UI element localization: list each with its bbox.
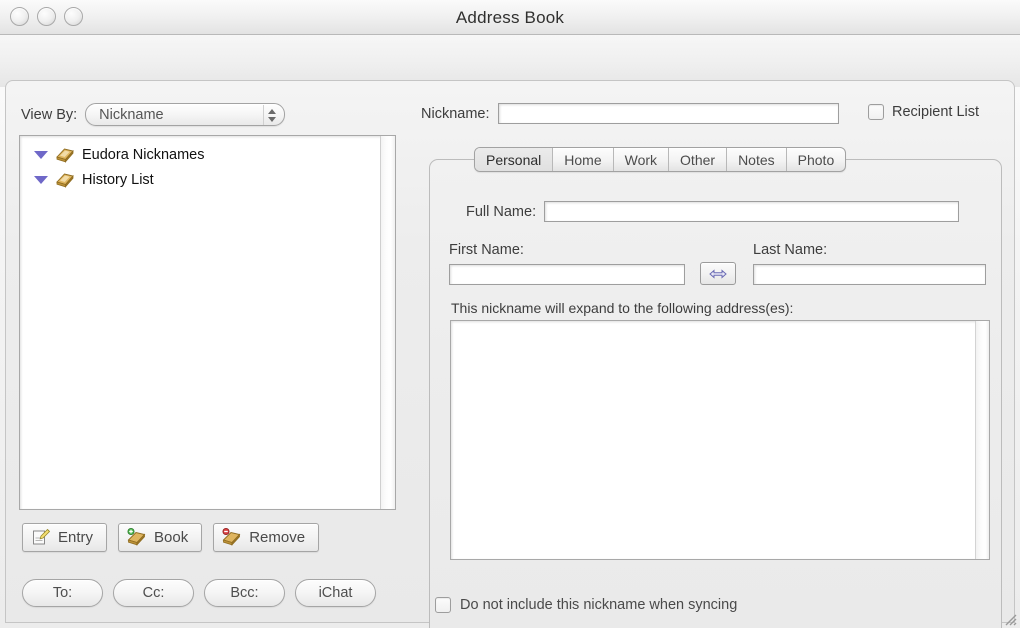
personal-tab-panel: Full Name: First Name: Last Name: This n… [429,159,1002,628]
tree-list-scrollbar[interactable] [380,136,395,509]
tab-other[interactable]: Other [669,148,728,171]
disclosure-triangle-icon[interactable] [34,150,48,159]
last-name-input[interactable] [753,264,986,285]
last-name-label: Last Name: [753,242,828,258]
remove-book-button[interactable]: Remove [213,523,320,552]
chevron-updown-icon [263,105,280,125]
full-name-input[interactable] [544,201,960,222]
tab-home[interactable]: Home [553,148,614,171]
nickname-input[interactable] [497,103,839,124]
swap-arrows-icon [709,268,727,279]
button-label: Remove [249,529,306,546]
bcc-button[interactable]: Bcc: [204,579,285,607]
main-content-panel: View By: Nickname Eudora Nicknames Histo… [5,80,1015,628]
tab-photo[interactable]: Photo [787,148,846,171]
first-name-input[interactable] [449,264,685,285]
ichat-button[interactable]: iChat [295,579,376,607]
nickname-row: Nickname: [421,103,839,124]
tab-personal[interactable]: Personal [475,148,554,171]
addresses-textarea-wrapper [450,320,990,560]
name-inputs-row [449,262,994,286]
tree-item-label: History List [82,171,154,188]
recipient-buttons-row: To: Cc: Bcc: iChat [22,579,376,607]
address-book-window: Address Book Address Book [0,0,1020,628]
button-label: Book [154,529,189,546]
entry-actions-row: Entry Book Remove [22,523,320,552]
tree-item-eudora-nicknames[interactable]: Eudora Nicknames [20,142,395,167]
tree-item-label: Eudora Nicknames [82,146,205,163]
button-label: Entry [58,529,94,546]
sync-option-row[interactable]: Do not include this nickname when syncin… [435,597,737,613]
recipient-list-checkbox[interactable] [868,104,884,120]
full-name-label: Full Name: [466,203,537,220]
title-bar: Address Book [0,0,1020,35]
full-name-row: Full Name: [466,201,960,222]
addresses-scrollbar[interactable] [975,321,989,559]
book-icon [56,173,74,188]
new-book-icon [127,528,146,546]
new-entry-button[interactable]: Entry [22,523,108,552]
new-entry-icon [33,528,51,545]
new-book-button[interactable]: Book [118,523,203,552]
book-icon [56,148,74,163]
remove-book-icon [222,528,241,546]
window-title: Address Book [455,7,565,27]
view-by-value: Nickname [99,106,164,123]
view-by-label: View By: [21,106,78,123]
recipient-list-row[interactable]: Recipient List [868,104,979,120]
resize-grip-icon[interactable] [1001,610,1017,626]
disclosure-triangle-icon[interactable] [34,175,48,184]
tree-item-history-list[interactable]: History List [20,167,395,192]
nickname-tree-list[interactable]: Eudora Nicknames History List [19,135,396,510]
swap-names-button[interactable] [700,262,736,285]
expand-description: This nickname will expand to the followi… [451,300,794,316]
recipient-list-label: Recipient List [892,104,980,120]
sync-exclude-checkbox[interactable] [435,597,451,613]
view-by-popup[interactable]: Nickname [85,103,286,126]
to-button[interactable]: To: [22,579,103,607]
first-name-label: First Name: [449,242,524,258]
cc-button[interactable]: Cc: [113,579,194,607]
detail-tab-strip: Personal Home Work Other Notes Photo [474,147,847,172]
view-by-row: View By: Nickname [21,103,286,126]
tab-notes[interactable]: Notes [727,148,787,171]
sync-exclude-label: Do not include this nickname when syncin… [460,597,738,613]
nickname-label: Nickname: [421,105,490,122]
tab-work[interactable]: Work [614,148,670,171]
